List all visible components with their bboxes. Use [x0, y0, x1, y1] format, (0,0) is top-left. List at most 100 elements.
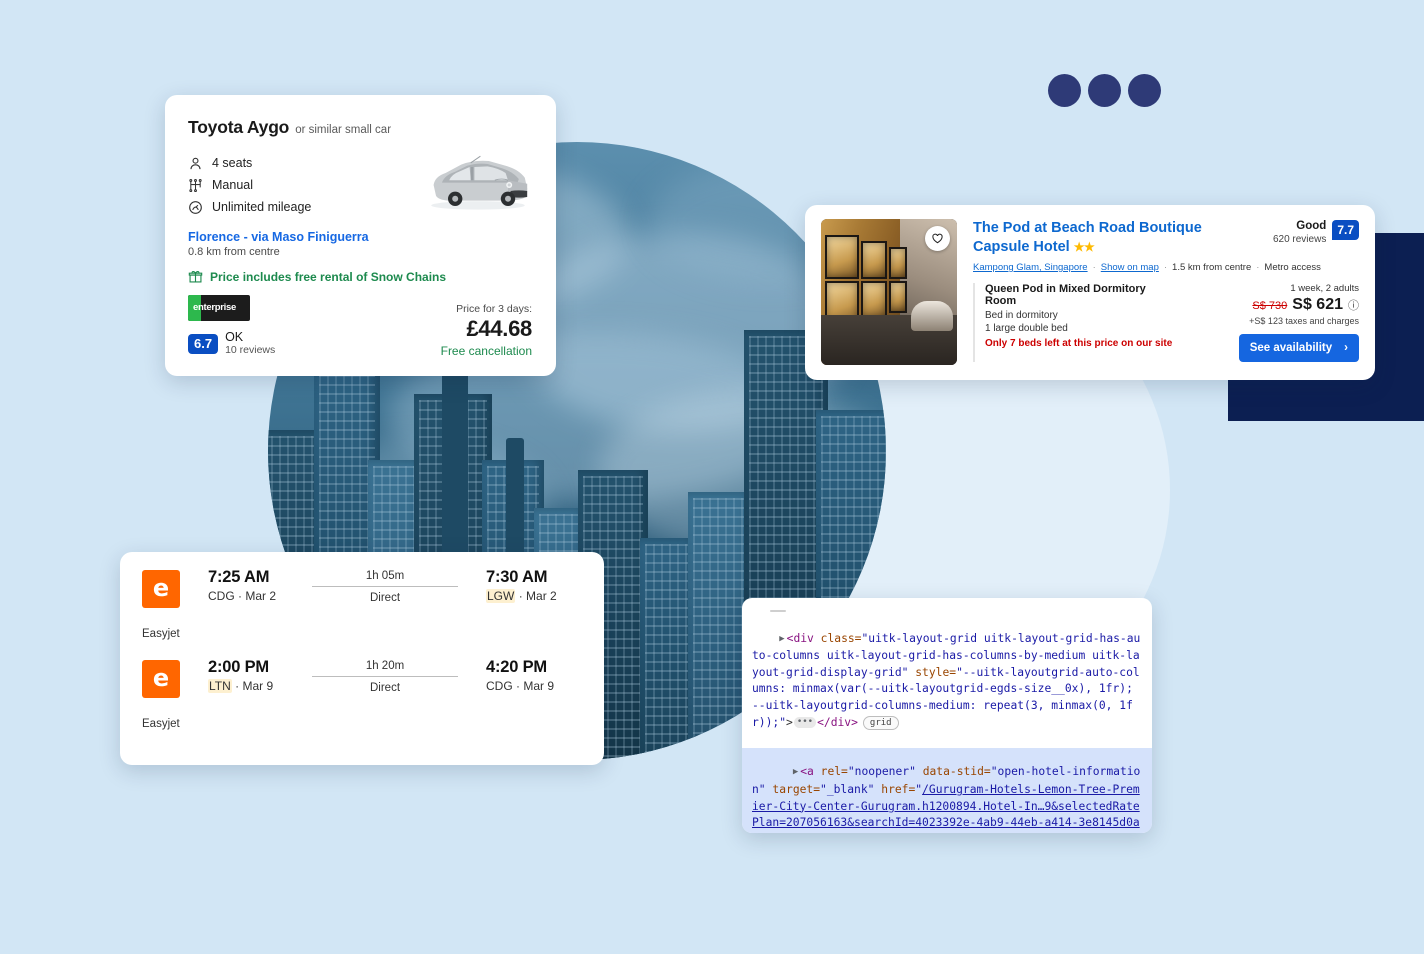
car-rating-text: OK 10 reviews: [225, 329, 276, 358]
expand-triangle-icon[interactable]: ▶: [779, 631, 784, 648]
airline-logo-letter: e: [152, 663, 170, 692]
hotel-price-line: S$ 730 S$ 621 ⓘ: [1191, 296, 1359, 314]
hotel-score-block[interactable]: Good 620 reviews 7.7: [1273, 219, 1359, 246]
grid-badge[interactable]: grid: [862, 715, 899, 730]
heart-icon[interactable]: [925, 226, 950, 251]
hotel-details: The Pod at Beach Road Boutique Capsule H…: [973, 219, 1359, 366]
easyjet-logo-icon: e: [142, 660, 180, 698]
hotel-occupancy: 1 week, 2 adults: [1290, 283, 1359, 295]
see-availability-button[interactable]: See availability ›: [1238, 334, 1359, 363]
hotel-score-word: Good: [1296, 220, 1327, 232]
dot-shape: [1088, 74, 1121, 107]
code-href-attr: href=: [881, 782, 916, 796]
departure-airport-code: LTN: [208, 679, 232, 693]
hotel-distance: 1.5 km from centre: [1172, 262, 1252, 274]
show-on-map-link[interactable]: Show on map: [1101, 262, 1159, 273]
airline-name: Easyjet: [142, 628, 180, 640]
car-perk-row: Price includes free rental of Snow Chain…: [188, 269, 532, 284]
capsule-pod: [825, 235, 859, 279]
car-price-label: Price for 3 days:: [456, 303, 532, 315]
gift-icon: [188, 269, 203, 284]
hotel-taxes-note: +S$ 123 taxes and charges: [1249, 316, 1359, 327]
flight-departure: 2:00 PM LTN · Mar 9: [208, 658, 304, 693]
flight-itinerary-card[interactable]: e 7:25 AM CDG · Mar 2 1h 05m Direct 7:30…: [120, 552, 604, 765]
capsule-pod: [889, 247, 907, 279]
code-div-tag: <div: [786, 631, 814, 645]
airline-logo-letter: e: [152, 573, 170, 602]
car-price-amount: £44.68: [466, 316, 533, 341]
hotel-old-price: S$ 730: [1252, 300, 1288, 313]
car-pickup-location[interactable]: Florence - via Maso Finiguerra: [188, 230, 532, 244]
car-title: Toyota Aygo: [188, 117, 290, 137]
car-title-row: Toyota Aygo or similar small car: [188, 117, 532, 138]
expand-triangle-icon[interactable]: ▶: [793, 764, 798, 781]
hotel-transit: Metro access: [1264, 262, 1321, 274]
room-detail: Bed in dormitory: [985, 309, 1058, 321]
airline-name: Easyjet: [142, 718, 180, 730]
room-detail: 1 large double bed: [985, 323, 1068, 335]
devtools-code-panel[interactable]: ▶ <div class="uitk-layout-grid uitk-layou…: [742, 598, 1152, 833]
departure-airport-date: CDG · Mar 2: [208, 589, 304, 603]
room-scarcity-warning: Only 7 beds left at this price on our si…: [985, 337, 1173, 349]
car-rating-row: 6.7 OK 10 reviews: [188, 329, 276, 358]
car-cancellation: Free cancellation: [440, 344, 532, 358]
departure-time: 2:00 PM: [208, 658, 269, 676]
code-style-attr: style=: [915, 665, 957, 679]
capsule-pod: [861, 281, 887, 319]
code-line-div[interactable]: ▶ <div class="uitk-layout-grid uitk-layou…: [752, 614, 1144, 748]
hotel-price-block: 1 week, 2 adults S$ 730 S$ 621 ⓘ +S$ 123…: [1191, 283, 1359, 363]
person-icon: [188, 156, 203, 171]
departure-time: 7:25 AM: [208, 568, 270, 586]
hotel-result-card[interactable]: The Pod at Beach Road Boutique Capsule H…: [805, 205, 1375, 380]
car-price-block: Price for 3 days: £44.68 Free cancellati…: [440, 303, 533, 358]
meta-separator: ·: [1163, 262, 1168, 274]
code-gt: >: [786, 715, 793, 729]
meta-separator: ·: [1092, 262, 1096, 274]
code-rel-attr: rel=: [820, 765, 848, 779]
hotel-name[interactable]: The Pod at Beach Road Boutique Capsule H…: [973, 219, 1251, 256]
flight-duration: 1h 05m: [365, 570, 405, 582]
flight-leg-row: e 7:25 AM CDG · Mar 2 1h 05m Direct 7:30…: [142, 568, 582, 608]
arrival-time: 7:30 AM: [486, 568, 548, 586]
mileage-icon: [188, 200, 203, 215]
easyjet-logo-icon: e: [142, 570, 180, 608]
gearbox-icon: [188, 178, 203, 193]
hotel-meta-row: Kampong Glam, Singapore · Show on map · …: [973, 262, 1359, 273]
flight-path-line: [312, 676, 458, 677]
meta-separator: ·: [1256, 262, 1260, 274]
decorative-dots: [1048, 74, 1161, 107]
departure-date: Mar 9: [242, 679, 274, 693]
info-icon[interactable]: ⓘ: [1348, 297, 1359, 313]
arrival-date: Mar 9: [523, 679, 555, 693]
car-rating-score: 6.7: [188, 334, 219, 355]
capsule-pod: [889, 281, 907, 313]
code-ellipsis-badge[interactable]: •••: [793, 717, 817, 729]
code-line-anchor: ▶ <a rel="noopener" data-stid="open-hotel…: [752, 748, 1144, 833]
arrival-airport-code: CDG: [486, 679, 513, 693]
flight-stops: Direct: [369, 592, 401, 604]
room-title: Queen Pod in Mixed Dormitory Room: [985, 283, 1146, 308]
hotel-current-price: S$ 621: [1292, 296, 1343, 314]
supplier-logo: enterprise: [188, 294, 250, 321]
code-line-anchor-highlighted[interactable]: ▶ <a rel="noopener" data-stid="open-hotel…: [742, 747, 1152, 833]
flight-leg[interactable]: e 2:00 PM LTN · Mar 9 1h 20m Direct 4:20…: [142, 658, 582, 748]
hotel-header-row: The Pod at Beach Road Boutique Capsule H…: [973, 219, 1359, 256]
flight-arrival: 4:20 PM CDG · Mar 9: [486, 658, 582, 693]
flight-leg[interactable]: e 7:25 AM CDG · Mar 2 1h 05m Direct 7:30…: [142, 568, 582, 658]
hotel-area-link[interactable]: Kampong Glam, Singapore: [973, 262, 1088, 273]
code-div-close: </div>: [817, 715, 858, 729]
code-datastid-attr: data-stid=: [922, 765, 991, 779]
car-spec-label: 4 seats: [212, 156, 253, 170]
hotel-image[interactable]: [821, 219, 957, 365]
car-rating-reviews: 10 reviews: [225, 344, 276, 357]
car-spec-label: Unlimited mileage: [212, 200, 312, 214]
departure-date: Mar 2: [245, 589, 277, 603]
code-target-value: "_blank": [820, 782, 875, 796]
hotel-score-reviews: 620 reviews: [1272, 234, 1327, 246]
car-spec-label: Manual: [212, 178, 253, 192]
car-rental-card[interactable]: Toyota Aygo or similar small car 4 seats: [165, 95, 556, 376]
flight-duration: 1h 20m: [365, 660, 405, 672]
car-rating-word: OK: [225, 329, 244, 344]
